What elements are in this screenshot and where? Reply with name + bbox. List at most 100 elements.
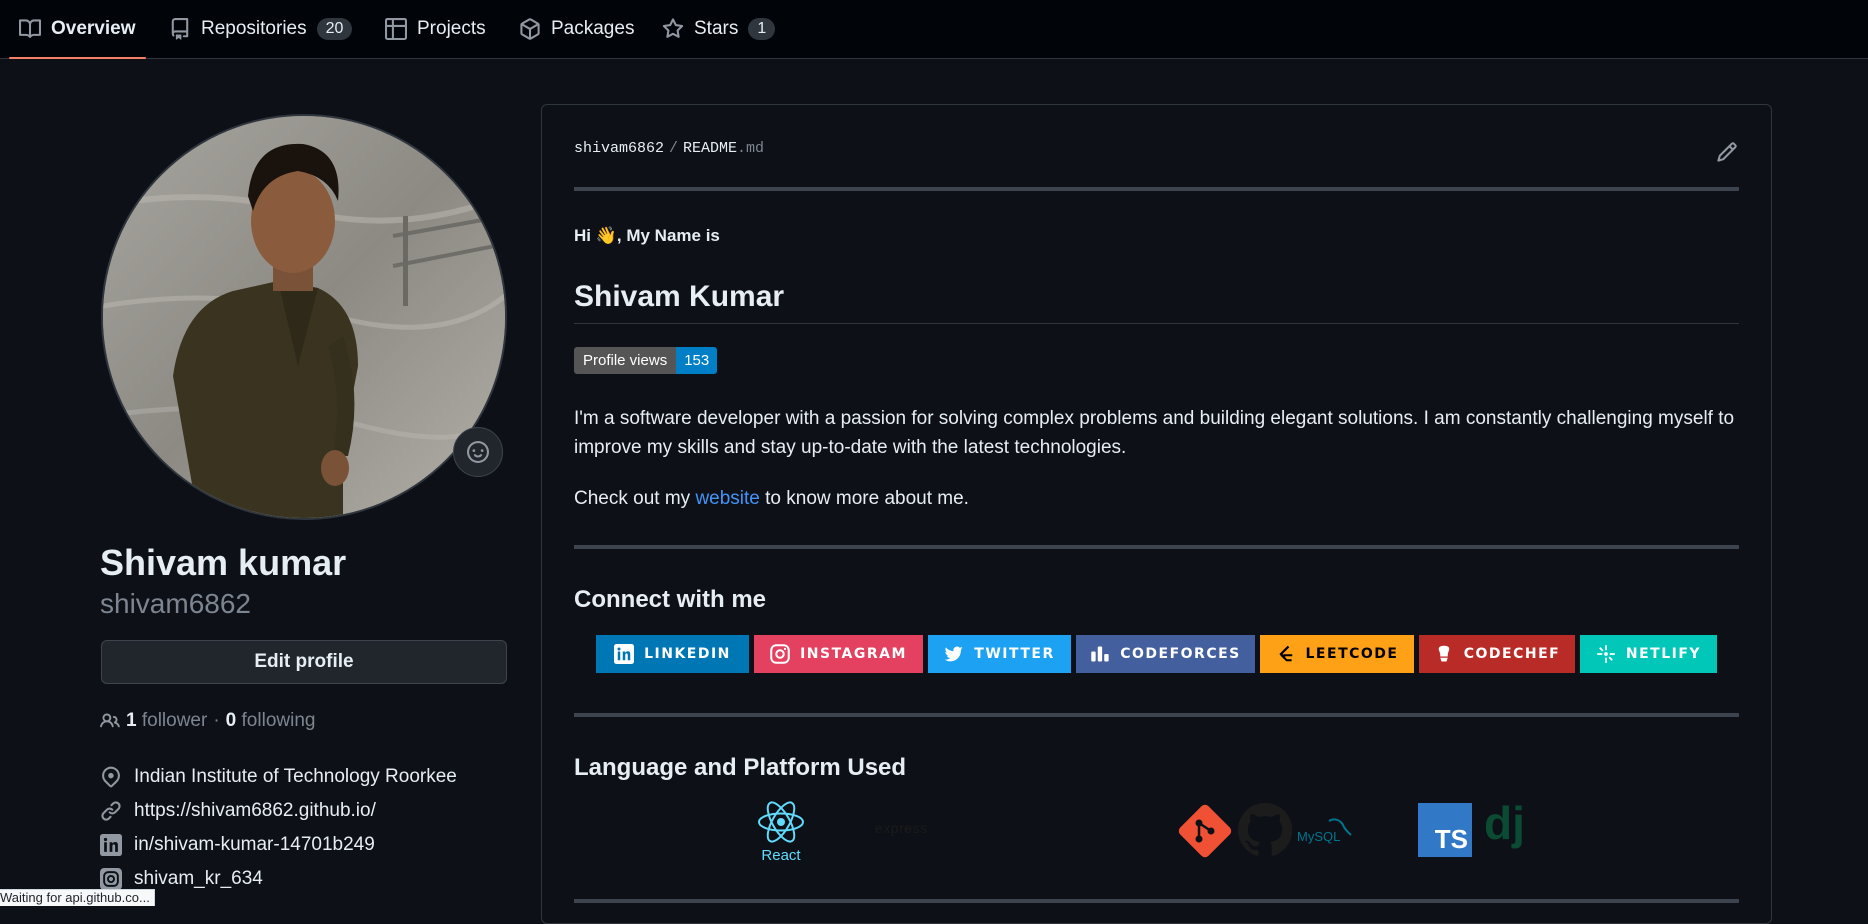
badge-label: TWITTER	[974, 646, 1055, 662]
instagram-icon	[100, 868, 122, 890]
profile-tab-bar: Overview Repositories 20 Projects Packag…	[0, 0, 1868, 59]
following-link[interactable]: 0 following	[226, 710, 316, 732]
codechef-icon	[1438, 645, 1449, 662]
pencil-icon[interactable]	[1716, 141, 1738, 163]
profile-views-badge: Profile views 153	[574, 347, 718, 374]
readme-heading: Shivam Kumar	[574, 280, 785, 313]
divider	[574, 187, 1739, 191]
connect-heading: Connect with me	[574, 586, 767, 613]
netlify-icon	[1597, 645, 1615, 663]
profile-views-count: 153	[676, 347, 718, 374]
follow-stats: 1 follower · 0 following	[100, 710, 315, 732]
smiley-icon	[467, 441, 489, 463]
badge-label: NETLIFY	[1625, 646, 1702, 662]
profile-linkedin[interactable]: in/shivam-kumar-14701b249	[100, 834, 375, 856]
typescript-logo[interactable]: TS	[1418, 803, 1472, 857]
profile-location: Indian Institute of Technology Roorkee	[100, 766, 457, 788]
git-logo[interactable]	[1177, 803, 1233, 864]
divider	[574, 713, 1739, 717]
twitter-badge[interactable]: TWITTER	[928, 635, 1071, 673]
website-text: https://shivam6862.github.io/	[134, 800, 376, 821]
express-logo[interactable]: express	[875, 820, 928, 836]
tab-label: Repositories	[201, 18, 307, 39]
instagram-badge[interactable]: INSTAGRAM	[754, 635, 923, 673]
website-link[interactable]: website	[695, 488, 759, 509]
badge-label: CODECHEF	[1463, 646, 1561, 662]
react-logo[interactable]: React	[755, 800, 807, 864]
instagram-icon	[770, 644, 790, 664]
path-separator: /	[669, 140, 679, 157]
readme-file-name[interactable]: README	[683, 140, 737, 157]
codeforces-badge[interactable]: CODEFORCES	[1076, 635, 1255, 673]
following-label: following	[241, 710, 316, 731]
twitter-icon	[944, 646, 964, 662]
profile-photo	[103, 116, 505, 518]
readme-panel	[541, 104, 1772, 924]
leetcode-icon	[1278, 645, 1292, 662]
repo-icon	[171, 18, 189, 40]
tab-packages[interactable]: Packages	[519, 0, 634, 58]
package-icon	[520, 18, 540, 40]
readme-path: shivam6862 /README.md	[574, 140, 764, 157]
check-pre-text: Check out my	[574, 488, 696, 509]
typescript-label: TS	[1434, 824, 1468, 854]
edit-profile-button[interactable]: Edit profile	[101, 640, 507, 684]
stars-count-badge: 1	[748, 18, 776, 40]
follow-separator: ·	[213, 710, 220, 731]
tab-projects[interactable]: Projects	[385, 0, 486, 58]
linkedin-icon	[614, 644, 635, 664]
netlify-badge[interactable]: NETLIFY	[1580, 635, 1717, 673]
profile-username: shivam6862	[100, 588, 251, 619]
badge-label: LEETCODE	[1305, 646, 1399, 662]
tab-overview[interactable]: Overview	[9, 0, 145, 59]
react-icon	[758, 801, 804, 843]
profile-instagram[interactable]: shivam_kr_634	[100, 868, 263, 890]
badge-label: LINKEDIN	[644, 646, 731, 662]
heading-underline	[574, 323, 1739, 324]
linkedin-text: in/shivam-kumar-14701b249	[134, 834, 375, 855]
followers-count: 1	[126, 710, 137, 731]
codeforces-icon	[1091, 646, 1109, 662]
location-text: Indian Institute of Technology Roorkee	[134, 766, 457, 787]
book-icon	[19, 19, 41, 38]
link-icon	[101, 801, 121, 821]
readme-intro: I'm a software developer with a passion …	[574, 408, 1735, 458]
github-logo[interactable]	[1237, 802, 1293, 862]
profile-views-label: Profile views	[574, 347, 677, 374]
tab-label: Packages	[551, 18, 635, 39]
tab-label: Overview	[51, 18, 136, 39]
github-icon	[1237, 802, 1293, 856]
set-status-button[interactable]	[453, 427, 503, 477]
tab-stars[interactable]: Stars 1	[662, 0, 776, 58]
divider	[574, 545, 1739, 549]
django-logo[interactable]: dj	[1484, 796, 1525, 850]
codechef-badge[interactable]: CODECHEF	[1419, 635, 1575, 673]
followers-link[interactable]: 1 follower	[126, 710, 207, 732]
react-label: React	[761, 847, 801, 864]
languages-heading: Language and Platform Used	[574, 754, 907, 781]
tab-label: Stars	[694, 18, 739, 39]
readme-owner-link[interactable]: shivam6862	[574, 140, 664, 157]
mysql-logo[interactable]: MySQL	[1297, 815, 1355, 852]
table-icon	[385, 18, 407, 40]
tab-repositories[interactable]: Repositories 20	[169, 0, 353, 58]
avatar[interactable]	[101, 114, 507, 520]
divider	[574, 899, 1739, 903]
linkedin-badge[interactable]: LINKEDIN	[596, 635, 749, 673]
badge-label: INSTAGRAM	[800, 646, 907, 662]
instagram-text: shivam_kr_634	[134, 868, 263, 889]
leetcode-badge[interactable]: LEETCODE	[1260, 635, 1414, 673]
readme-check-out: Check out my website to know more about …	[574, 484, 1744, 513]
tab-label: Projects	[417, 18, 486, 39]
readme-file-ext: .md	[737, 140, 765, 157]
people-icon	[100, 713, 120, 728]
following-count: 0	[225, 710, 237, 731]
check-post-text: to know more about me.	[759, 488, 969, 509]
profile-website[interactable]: https://shivam6862.github.io/	[100, 800, 376, 822]
badge-label: CODEFORCES	[1120, 646, 1241, 662]
linkedin-icon	[100, 834, 122, 856]
git-icon	[1178, 804, 1232, 858]
readme-greeting: Hi 👋, My Name is	[574, 226, 720, 245]
star-icon	[662, 18, 684, 38]
followers-label: follower	[141, 710, 208, 731]
